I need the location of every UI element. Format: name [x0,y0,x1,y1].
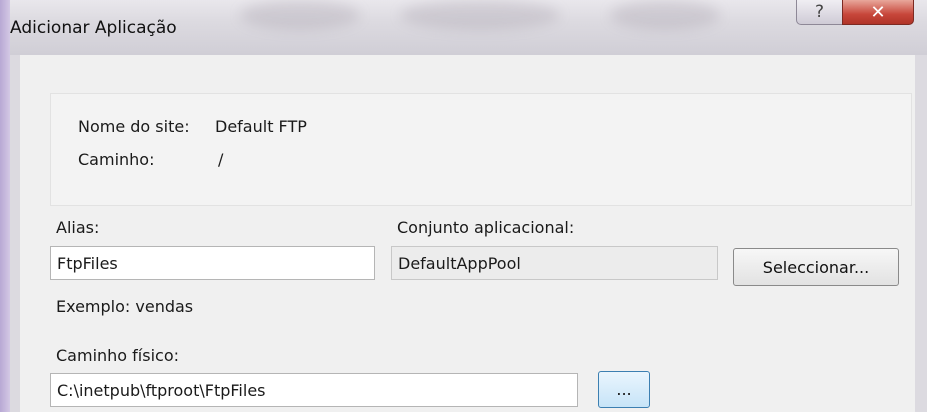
site-name-label: Nome do site: [78,117,190,136]
close-icon: ✕ [870,1,886,23]
add-application-dialog: Adicionar Aplicação ? ✕ Nome do site: De… [10,0,927,412]
path-value: / [218,150,224,169]
site-name-value: Default FTP [215,117,307,136]
physical-path-input[interactable]: C:\inetpub\ftproot\FtpFiles [50,373,578,407]
title-bar[interactable]: Adicionar Aplicação ? ✕ [10,0,927,55]
window-frame-left [10,55,20,412]
title-bar-glass [240,0,360,30]
title-bar-glass [610,0,720,30]
select-app-pool-button[interactable]: Seleccionar... [733,248,899,286]
dialog-title: Adicionar Aplicação [10,18,177,38]
close-button[interactable]: ✕ [842,0,914,25]
alias-example-hint: Exemplo: vendas [56,297,194,316]
browse-button[interactable]: ... [598,371,650,408]
physical-path-label: Caminho físico: [56,346,179,365]
app-pool-label: Conjunto aplicacional: [397,218,575,237]
help-icon: ? [814,2,825,22]
title-bar-glass [400,0,560,30]
help-button[interactable]: ? [796,0,843,25]
path-label: Caminho: [78,150,155,169]
site-info-panel: Nome do site: Default FTP Caminho: / [50,93,912,206]
dialog-content: Nome do site: Default FTP Caminho: / Ali… [20,55,915,412]
app-pool-field: DefaultAppPool [391,246,718,280]
alias-input[interactable]: FtpFiles [50,246,375,280]
alias-label: Alias: [56,218,100,237]
window-frame-right [915,55,927,412]
